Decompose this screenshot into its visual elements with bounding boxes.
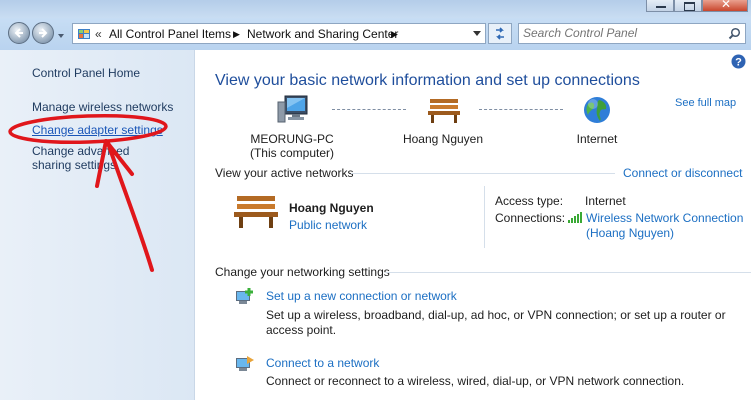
breadcrumb-network-and-sharing-center[interactable]: Network and Sharing Center [247, 27, 398, 41]
wireless-connection-link[interactable]: Wireless Network Connection [586, 211, 743, 225]
address-bar[interactable]: « All Control Panel Items ▶ Network and … [72, 23, 486, 44]
close-button[interactable]: ✕ [702, 0, 748, 12]
bench-icon[interactable] [427, 96, 461, 124]
task-pane: Control Panel Home Manage wireless netwo… [0, 50, 195, 400]
maximize-icon [684, 2, 695, 11]
search-input[interactable] [523, 25, 713, 41]
close-icon: ✕ [721, 0, 732, 11]
internet-node-name: Internet [576, 132, 618, 146]
computer-name: MEORUNG-PC [250, 132, 334, 146]
access-type-label: Access type: [495, 194, 564, 208]
network-type-link[interactable]: Public network [289, 218, 367, 232]
wireless-connection-ssid-link[interactable]: (Hoang Nguyen) [586, 226, 674, 240]
manage-wireless-networks-link[interactable]: Manage wireless networks [32, 100, 173, 114]
divider [484, 186, 485, 248]
minimize-button[interactable] [646, 0, 674, 12]
maximize-button[interactable] [674, 0, 702, 12]
refresh-icon [496, 27, 504, 40]
divider [351, 173, 615, 174]
setup-connection-description: Set up a wireless, broadband, dial-up, a… [266, 308, 726, 337]
computer-icon[interactable] [275, 94, 311, 126]
chevron-down-icon [58, 34, 64, 38]
new-connection-icon[interactable] [233, 287, 255, 307]
address-dropdown-icon[interactable] [473, 31, 481, 37]
control-panel-home-link[interactable]: Control Panel Home [32, 66, 140, 80]
network-bench-icon[interactable] [233, 192, 279, 230]
computer-sublabel: (This computer) [249, 146, 335, 160]
connect-to-network-link[interactable]: Connect to a network [266, 356, 379, 370]
globe-icon[interactable] [582, 95, 612, 125]
page-heading: View your basic network information and … [215, 72, 640, 89]
help-icon: ? [735, 57, 742, 69]
divider [385, 272, 751, 273]
see-full-map-link[interactable]: See full map [675, 97, 736, 109]
title-bar [0, 0, 751, 18]
connect-network-icon[interactable] [233, 354, 255, 374]
wireless-signal-icon [568, 212, 582, 223]
setup-connection-link[interactable]: Set up a new connection or network [266, 289, 457, 303]
breadcrumb-separator-icon[interactable]: ▶ [233, 29, 240, 40]
minimize-icon [656, 6, 666, 8]
breadcrumb-all-control-panel-items[interactable]: All Control Panel Items [109, 27, 231, 41]
change-adapter-settings-link[interactable]: Change adapter settings [32, 123, 163, 137]
connection-line [479, 109, 563, 110]
network-node-name: Hoang Nguyen [402, 132, 484, 146]
connect-or-disconnect-link[interactable]: Connect or disconnect [623, 166, 742, 180]
access-type-value: Internet [585, 194, 626, 208]
search-box[interactable] [518, 23, 746, 44]
breadcrumb-separator-icon[interactable]: ▶ [391, 29, 398, 40]
help-button[interactable]: ? [731, 54, 746, 69]
connection-line [332, 109, 406, 110]
window-toolbar: ✕ « All Control Panel Items ▶ Network an… [0, 0, 751, 50]
active-network-name: Hoang Nguyen [289, 201, 374, 215]
connections-label: Connections: [495, 211, 566, 225]
refresh-button[interactable] [488, 23, 512, 44]
back-button[interactable] [8, 22, 30, 44]
back-arrow-icon [14, 28, 23, 38]
forward-button[interactable] [32, 22, 54, 44]
forward-arrow-icon [39, 28, 48, 38]
main-content: ? View your basic network information an… [195, 50, 751, 400]
control-panel-icon [78, 29, 90, 39]
address-overflow[interactable]: « [95, 27, 102, 41]
connect-to-network-description: Connect or reconnect to a wireless, wire… [266, 374, 685, 388]
change-advanced-sharing-settings-link[interactable]: Change advanced sharing settings [32, 144, 172, 172]
change-settings-header: Change your networking settings [215, 265, 390, 279]
recent-pages-button[interactable] [57, 30, 65, 38]
active-networks-header: View your active networks [215, 166, 354, 180]
search-icon[interactable] [728, 27, 741, 40]
